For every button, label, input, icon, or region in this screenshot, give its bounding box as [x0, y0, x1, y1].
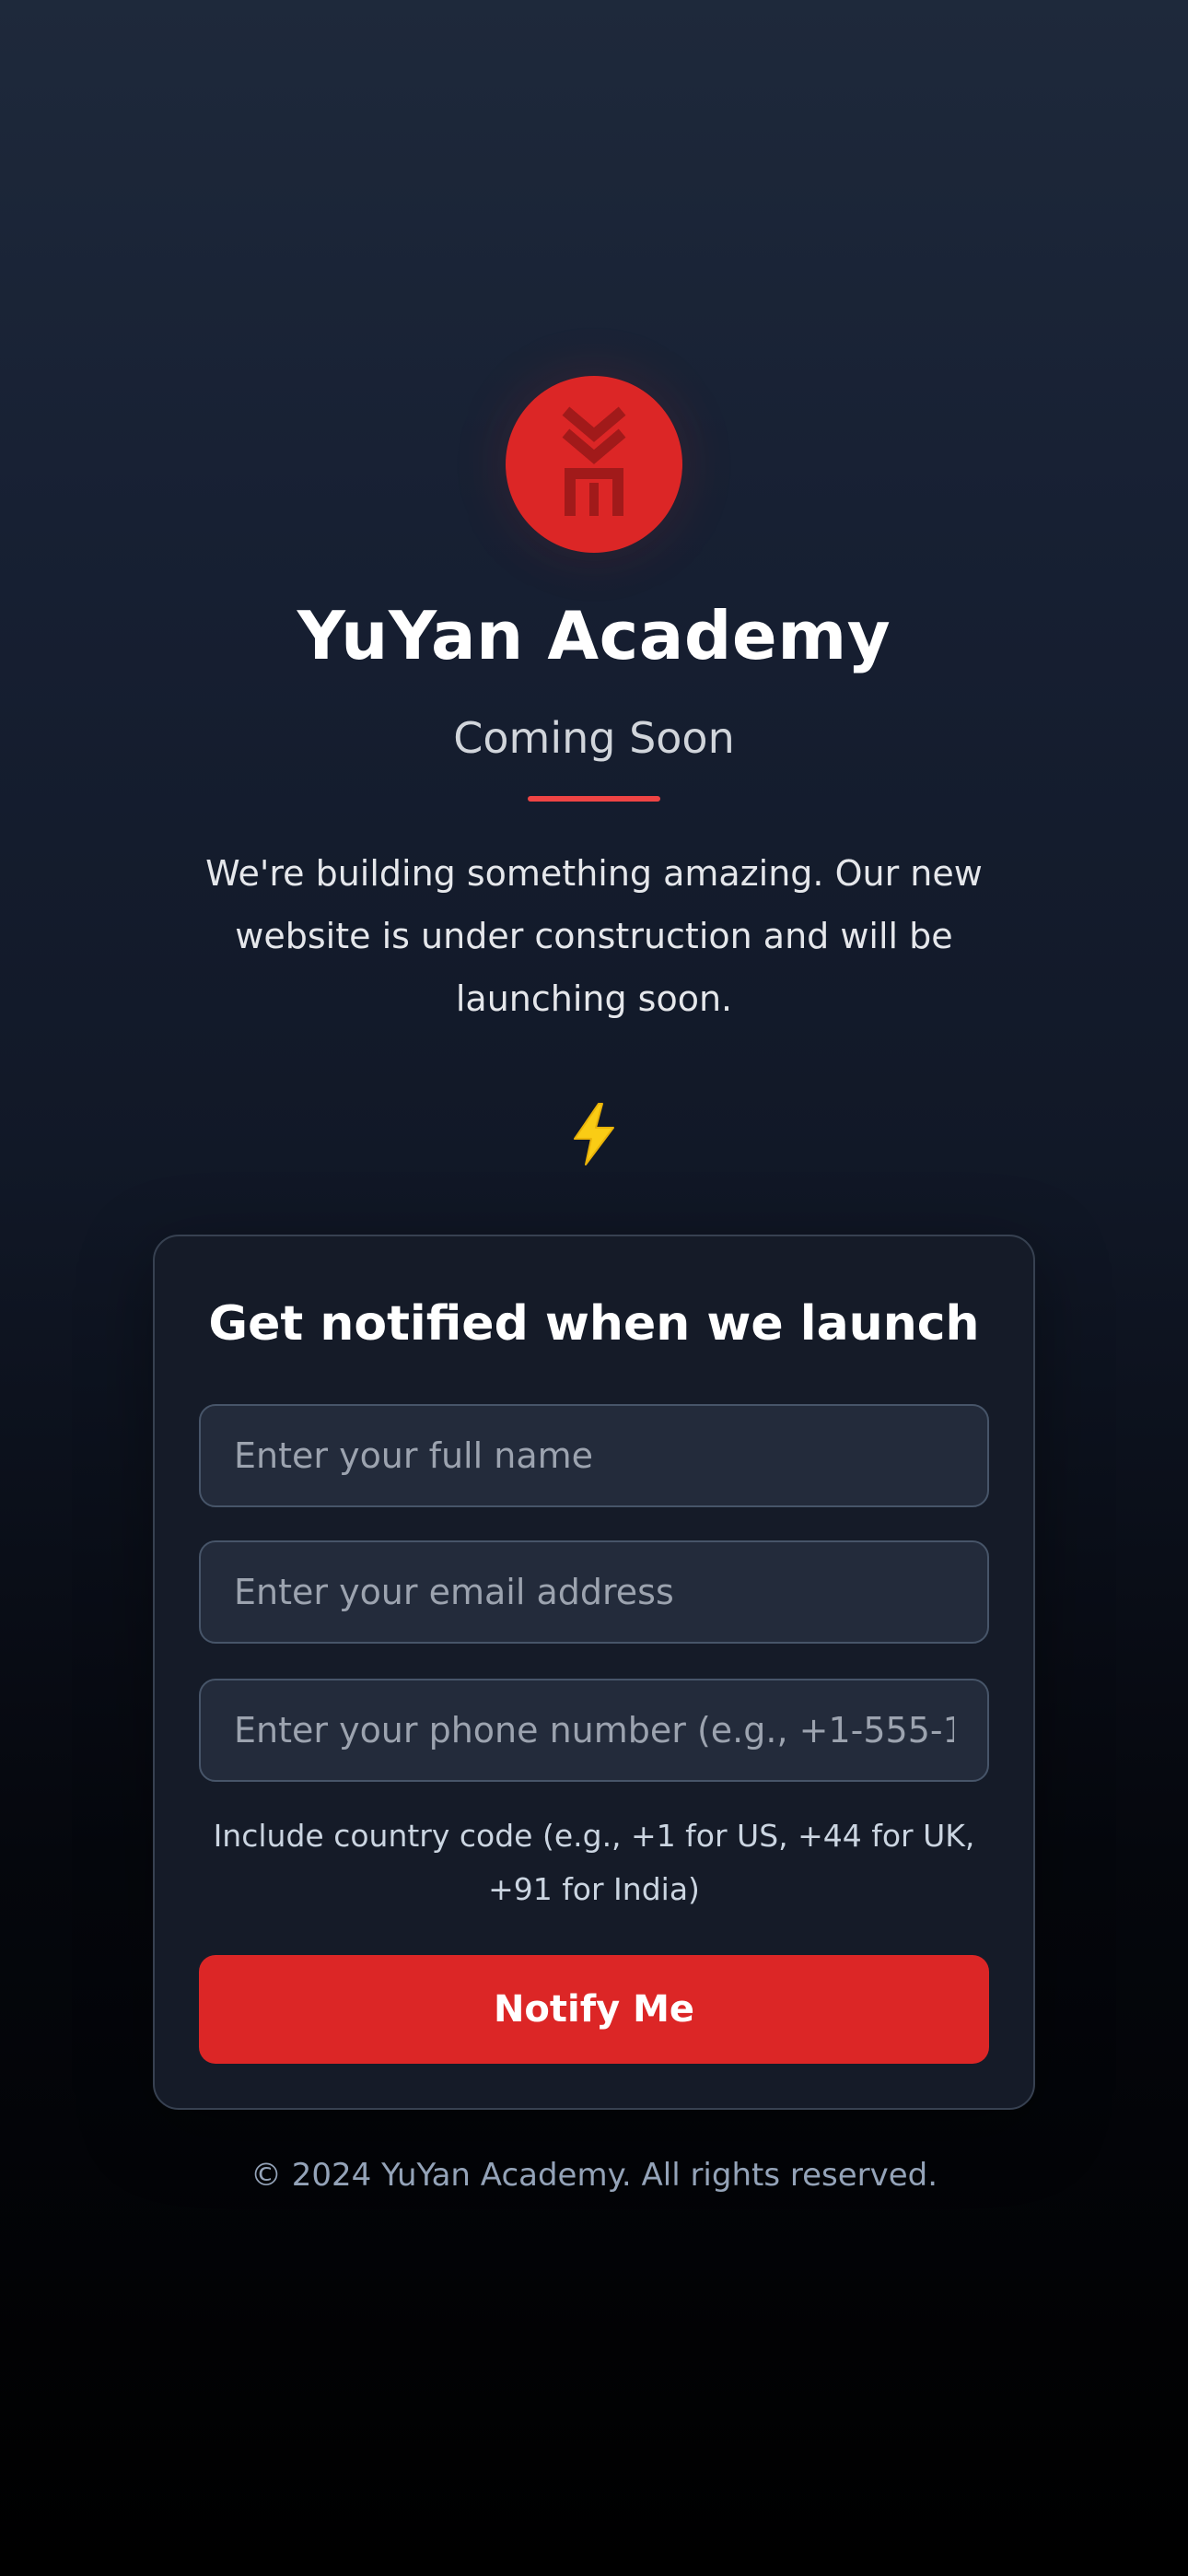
- yuyan-logo: [506, 376, 682, 553]
- email-input[interactable]: [199, 1540, 989, 1644]
- yuyan-monogram-icon: [562, 406, 626, 516]
- phone-input[interactable]: [199, 1679, 989, 1782]
- phone-hint: Include country code (e.g., +1 for US, +…: [213, 1818, 975, 1907]
- signup-card: Get notified when we launch Include coun…: [153, 1235, 1035, 2110]
- page-title: YuYan Academy: [297, 597, 891, 674]
- full-name-input[interactable]: [199, 1404, 989, 1507]
- title-divider: [528, 796, 660, 802]
- notify-me-button[interactable]: Notify Me: [199, 1955, 989, 2064]
- footer-copyright: © 2024 YuYan Academy. All rights reserve…: [250, 2157, 938, 2194]
- lightning-bolt-icon: [574, 1103, 614, 1165]
- coming-soon-page: YuYan Academy Coming Soon We're building…: [0, 0, 1188, 2576]
- coming-soon-heading: Coming Soon: [453, 713, 735, 763]
- signup-title: Get notified when we launch: [208, 1296, 980, 1352]
- hero-description: We're building something amazing. Our ne…: [205, 853, 983, 1019]
